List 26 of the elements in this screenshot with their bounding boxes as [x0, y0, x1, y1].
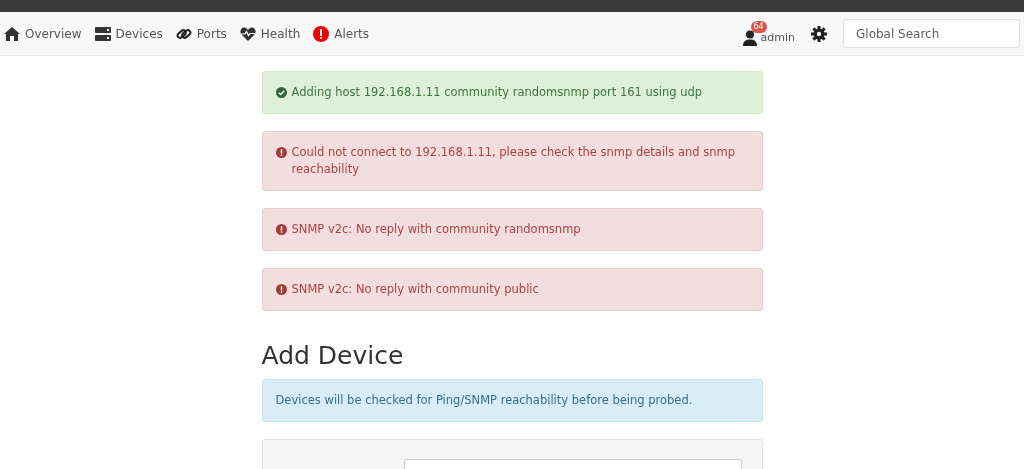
home-icon	[4, 25, 20, 42]
alert-text: SNMP v2c: No reply with community randomsnmp	[291, 221, 581, 238]
exclamation-icon	[313, 25, 330, 42]
nav-link[interactable]: Ports	[175, 24, 227, 43]
user-menu[interactable]: 64 admin	[741, 20, 795, 47]
settings-icon[interactable]	[811, 25, 827, 42]
notification-count: 64	[750, 20, 767, 33]
check-circle-icon	[275, 87, 287, 98]
search-field[interactable]: Global Search	[843, 19, 1020, 48]
page-heading: Add Device	[261, 341, 405, 371]
username: admin	[760, 30, 795, 46]
server-icon	[94, 25, 111, 42]
exclamation-circle-icon	[275, 147, 287, 158]
nav-link[interactable]: Overview	[4, 24, 82, 43]
input-field[interactable]	[403, 459, 742, 469]
exclamation-circle-icon	[275, 224, 287, 235]
user-icon	[741, 30, 758, 46]
alert-text: SNMP v2c: No reply with community public	[291, 281, 539, 298]
heartbeat-icon	[239, 25, 256, 42]
alert-text: Adding host 192.168.1.11 community randomsnmp port 161 using udp	[291, 84, 703, 101]
info-alert: Devices will be checked for Ping/SNMP reachability before being probed.	[261, 379, 763, 422]
nav-link[interactable]: Alerts	[313, 24, 370, 43]
alert-text: Could not connect to 192.168.1.11, please check the snmp details and snmp reachability	[291, 144, 736, 178]
nav-link[interactable]: Health	[239, 24, 301, 43]
nav-link[interactable]: Devices	[94, 24, 163, 43]
exclamation-circle-icon	[275, 284, 287, 295]
